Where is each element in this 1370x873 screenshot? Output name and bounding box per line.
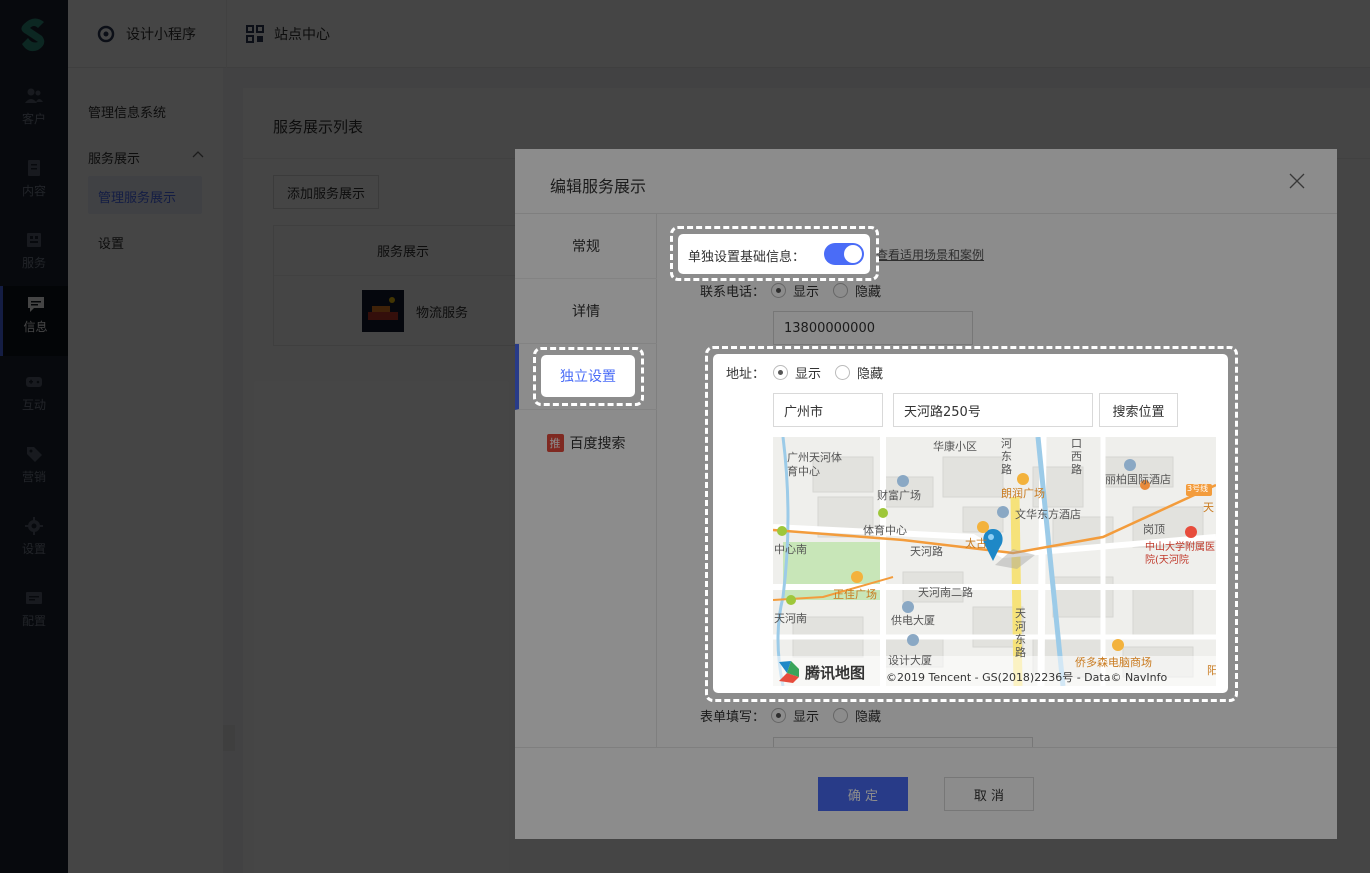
switch-dashed-frame <box>670 226 879 281</box>
address-dashed-frame <box>705 346 1238 702</box>
tab-dashed-frame <box>533 347 644 406</box>
